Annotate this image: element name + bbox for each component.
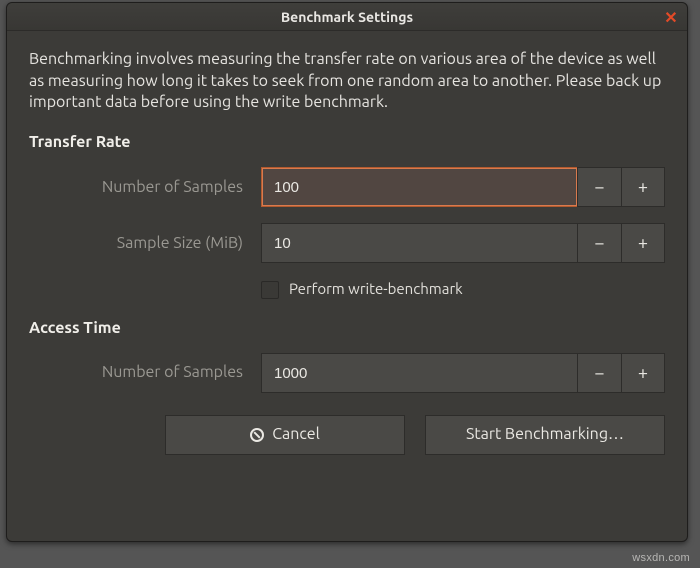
plus-icon: + — [638, 175, 648, 199]
row-access-samples: Number of Samples − + — [29, 353, 665, 393]
increment-button[interactable]: + — [621, 223, 665, 263]
cancel-button[interactable]: Cancel — [165, 415, 405, 455]
decrement-button[interactable]: − — [577, 223, 621, 263]
plus-icon: + — [638, 231, 648, 255]
dialog-window: Benchmark Settings ✕ Benchmarking involv… — [6, 2, 688, 542]
plus-icon: + — [638, 361, 648, 385]
dialog-buttons: Cancel Start Benchmarking… — [29, 409, 665, 455]
checkbox-write-benchmark[interactable] — [261, 281, 279, 299]
start-benchmark-button[interactable]: Start Benchmarking… — [425, 415, 665, 455]
dialog-content: Benchmarking involves measuring the tran… — [7, 31, 687, 475]
cancel-icon — [250, 428, 264, 442]
label-sample-size: Sample Size (MiB) — [29, 233, 261, 255]
label-write-benchmark[interactable]: Perform write-benchmark — [289, 279, 463, 299]
label-transfer-samples: Number of Samples — [29, 177, 261, 199]
input-sample-size[interactable] — [261, 223, 577, 263]
row-transfer-samples: Number of Samples − + — [29, 167, 665, 207]
decrement-button[interactable]: − — [577, 167, 621, 207]
decrement-button[interactable]: − — [577, 353, 621, 393]
start-label: Start Benchmarking… — [466, 424, 624, 446]
cancel-label: Cancel — [272, 424, 320, 446]
input-transfer-samples[interactable] — [261, 167, 577, 207]
description-text: Benchmarking involves measuring the tran… — [29, 49, 665, 114]
window-title: Benchmark Settings — [7, 9, 687, 25]
section-transfer-rate: Transfer Rate — [29, 132, 665, 154]
minus-icon: − — [594, 175, 604, 199]
close-icon: ✕ — [664, 8, 677, 27]
section-access-time: Access Time — [29, 318, 665, 340]
label-access-samples: Number of Samples — [29, 362, 261, 384]
input-access-samples[interactable] — [261, 353, 577, 393]
row-write-benchmark: Perform write-benchmark — [29, 279, 665, 299]
titlebar: Benchmark Settings ✕ — [7, 3, 687, 31]
increment-button[interactable]: + — [621, 353, 665, 393]
minus-icon: − — [594, 231, 604, 255]
minus-icon: − — [594, 361, 604, 385]
stepper-sample-size: − + — [261, 223, 665, 263]
increment-button[interactable]: + — [621, 167, 665, 207]
row-sample-size: Sample Size (MiB) − + — [29, 223, 665, 263]
close-button[interactable]: ✕ — [659, 5, 683, 29]
stepper-access-samples: − + — [261, 353, 665, 393]
watermark: wsxdn.com — [632, 552, 690, 564]
stepper-transfer-samples: − + — [261, 167, 665, 207]
